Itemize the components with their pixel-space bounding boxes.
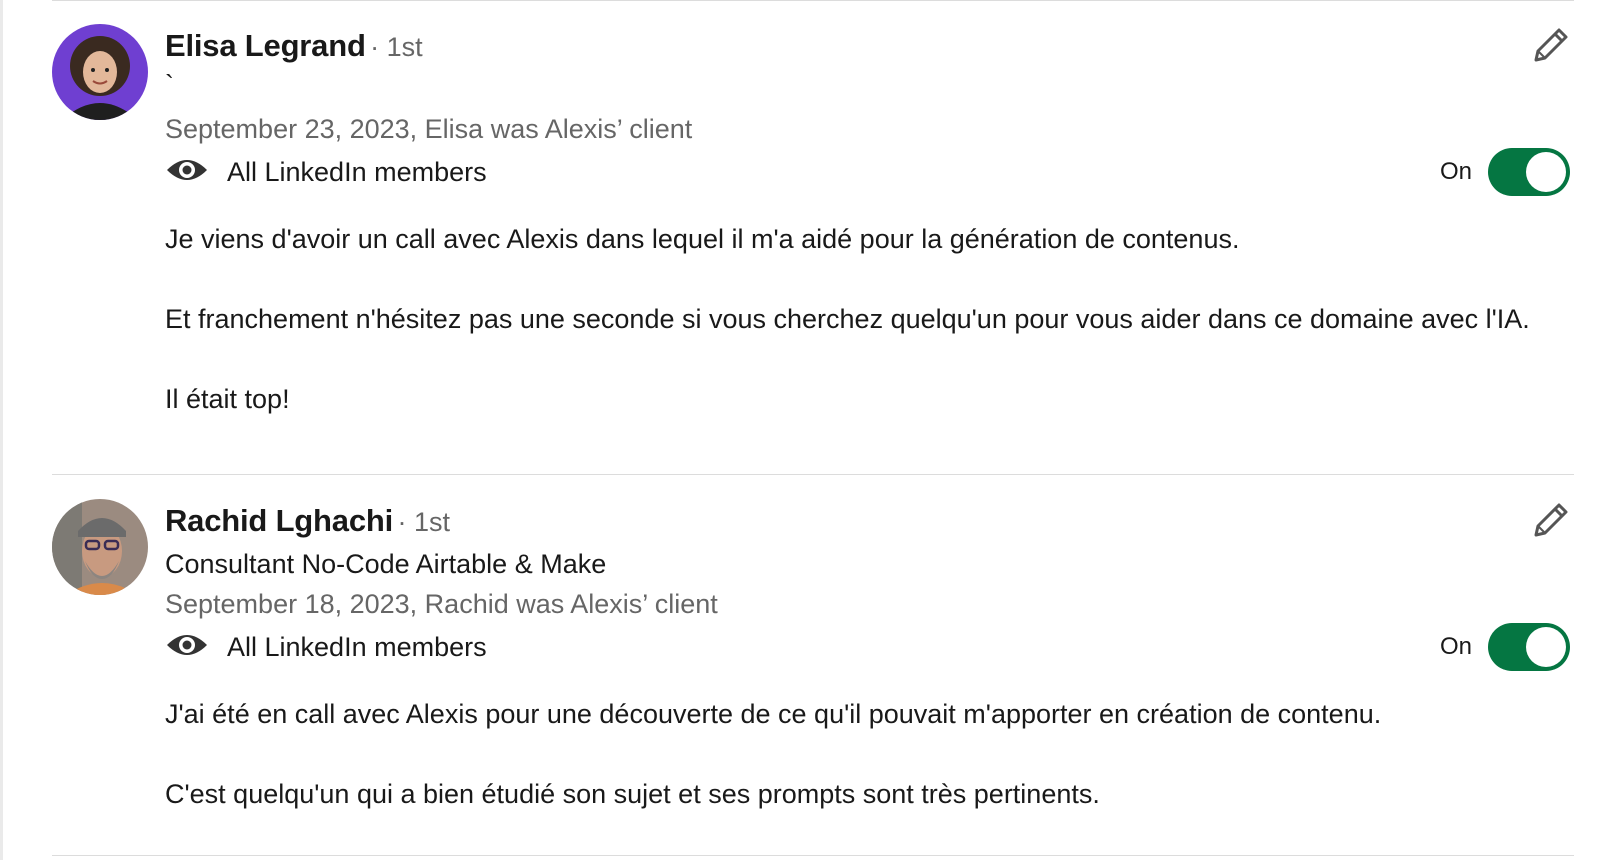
recommendation-meta: September 23, 2023, Elisa was Alexis’ cl… — [165, 114, 693, 144]
recommendation-paragraph: Je viens d'avoir un call avec Alexis dan… — [165, 224, 1240, 254]
edit-recommendation-button[interactable] — [1526, 24, 1574, 72]
eye-icon — [165, 631, 209, 664]
divider-bottom — [52, 855, 1574, 856]
recommendation-paragraph: J'ai été en call avec Alexis pour une dé… — [165, 699, 1382, 729]
recommendation-paragraph: C'est quelqu'un qui a bien étudié son su… — [165, 779, 1100, 809]
toggle-state-label: On — [1439, 158, 1472, 185]
pencil-icon — [1529, 25, 1571, 72]
toggle-state-label: On — [1439, 633, 1472, 660]
visibility-row: All LinkedIn members — [165, 627, 487, 667]
recommendation-paragraph: Et franchement n'hésitez pas une seconde… — [165, 304, 1530, 334]
visibility-toggle[interactable] — [1488, 148, 1570, 196]
visibility-row: All LinkedIn members — [165, 152, 487, 192]
avatar[interactable] — [52, 499, 148, 595]
recommendation-paragraph: Il était top! — [165, 384, 290, 414]
connection-degree: · 1st — [370, 32, 423, 62]
toggle-knob — [1526, 627, 1566, 667]
avatar[interactable] — [52, 24, 148, 120]
recommender-headline: ` — [165, 70, 174, 100]
visibility-label: All LinkedIn members — [227, 631, 487, 662]
eye-icon — [165, 156, 209, 189]
recommender-name[interactable]: Rachid Lghachi — [165, 503, 393, 538]
name-row: Elisa Legrand · 1st — [165, 28, 423, 64]
connection-degree: · 1st — [397, 507, 450, 537]
divider-top — [52, 0, 1574, 1]
name-row: Rachid Lghachi · 1st — [165, 503, 450, 539]
recommender-headline: Consultant No-Code Airtable & Make — [165, 549, 607, 579]
recommender-name[interactable]: Elisa Legrand — [165, 28, 366, 63]
visibility-label: All LinkedIn members — [227, 156, 487, 187]
visibility-toggle-group: On — [1440, 623, 1570, 671]
recommendation-meta: September 18, 2023, Rachid was Alexis’ c… — [165, 589, 718, 619]
edit-recommendation-button[interactable] — [1526, 499, 1574, 547]
visibility-toggle-group: On — [1440, 148, 1570, 196]
left-border — [0, 0, 3, 860]
recommendation-text: Je viens d'avoir un call avec Alexis dan… — [165, 219, 1545, 419]
pencil-icon — [1529, 500, 1571, 547]
toggle-knob — [1526, 152, 1566, 192]
recommendation-text: J'ai été en call avec Alexis pour une dé… — [165, 694, 1545, 814]
divider — [52, 474, 1574, 475]
visibility-toggle[interactable] — [1488, 623, 1570, 671]
